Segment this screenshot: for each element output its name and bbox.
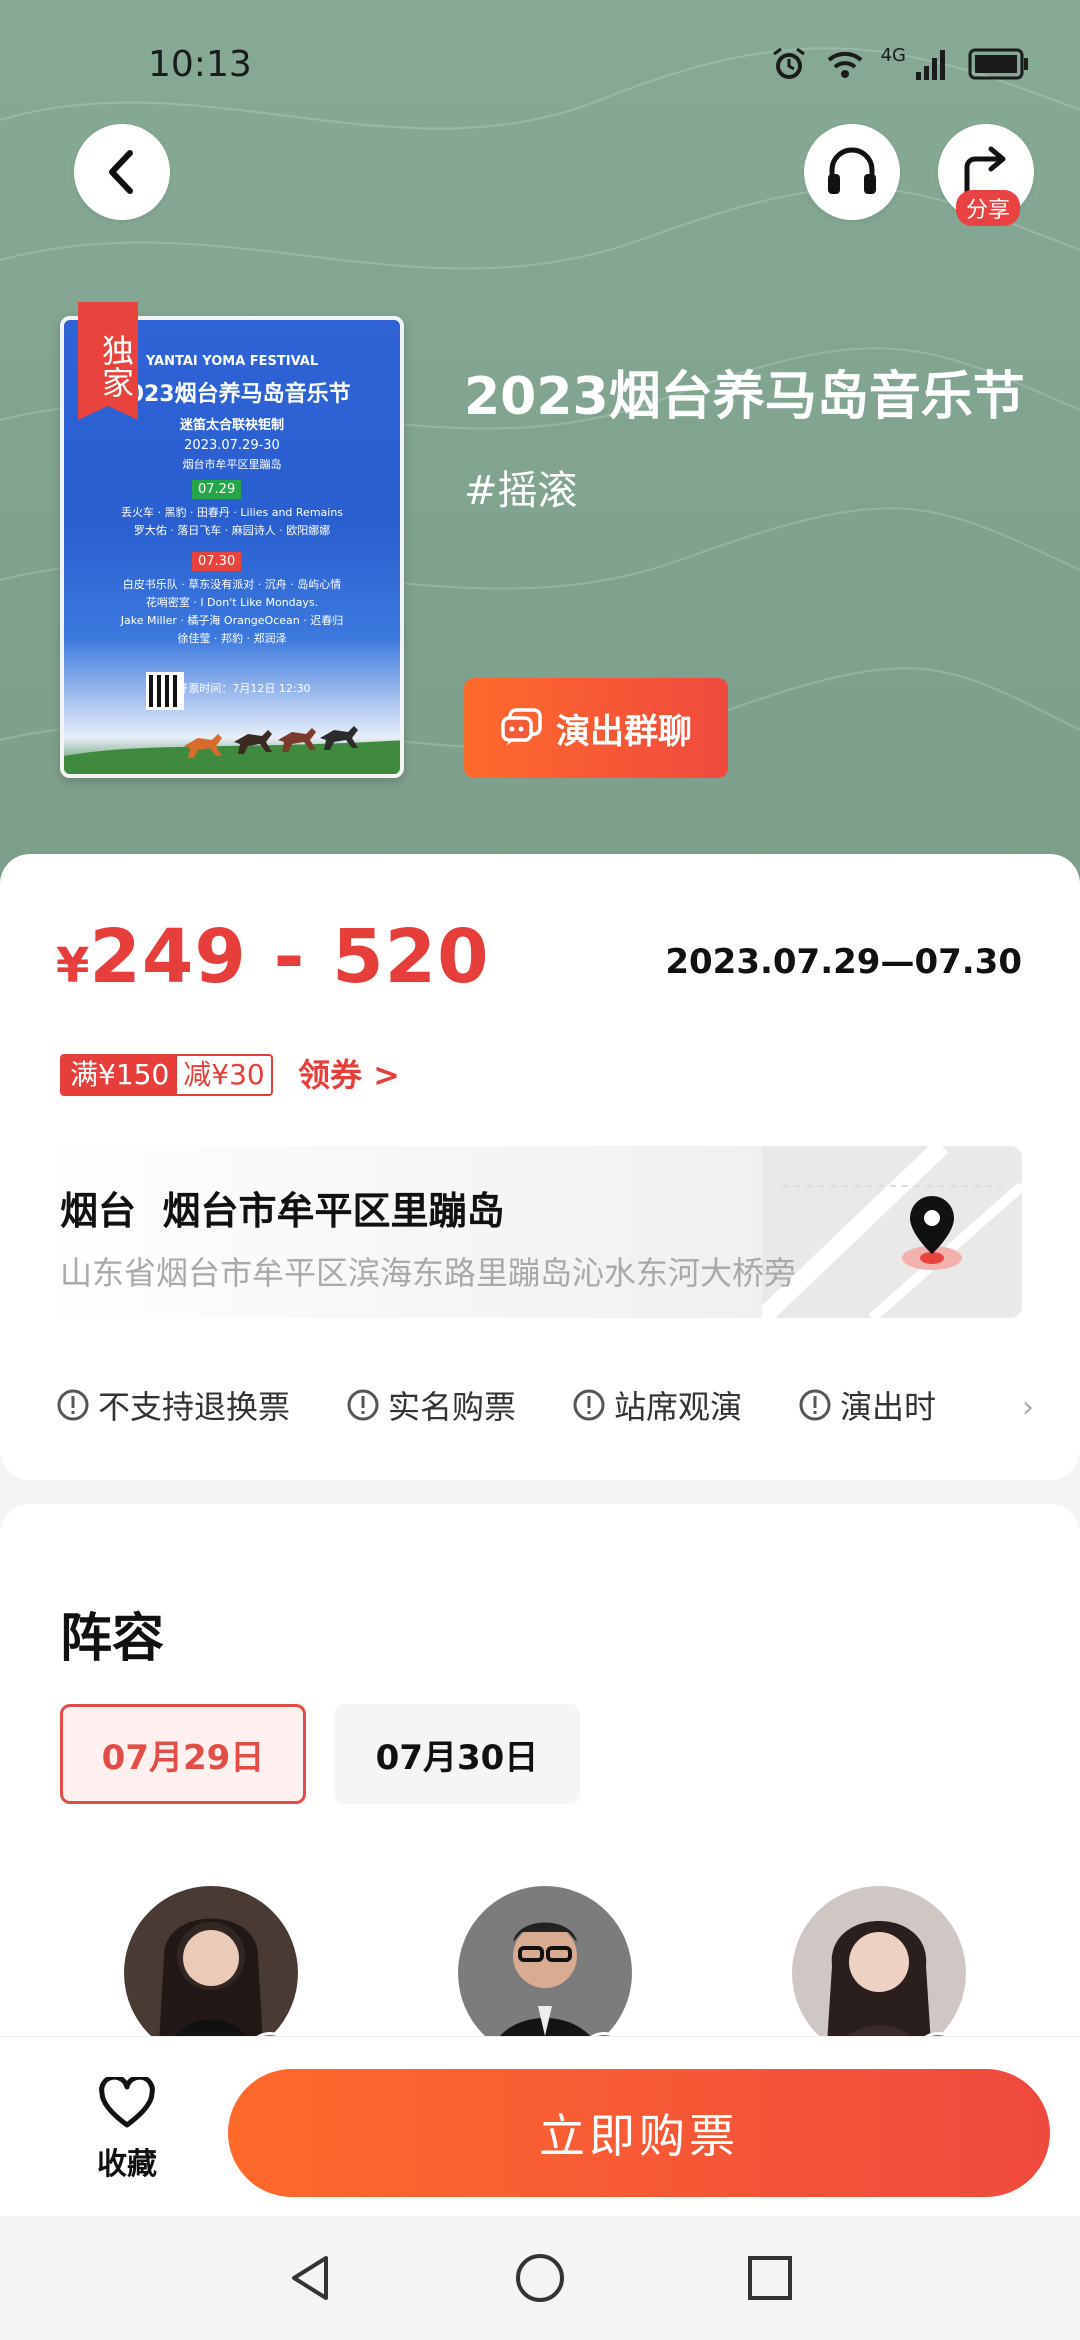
coupon-badge[interactable]: 满¥150 减¥30 bbox=[60, 1054, 273, 1096]
signal-icon bbox=[916, 50, 945, 80]
poster-performers-2: 罗大佑 · 落日飞车 · 麻园诗人 · 欧阳娜娜 bbox=[133, 524, 331, 537]
battery-icon bbox=[968, 48, 1028, 80]
info-circle-icon bbox=[573, 1389, 605, 1421]
venue-name: 烟台 烟台市牟平区里蹦岛 bbox=[60, 1189, 505, 1233]
event-info-card: ¥249 - 520 2023.07.29—07.30 满¥150 减¥30 领… bbox=[0, 854, 1080, 1480]
chevron-right-icon[interactable]: › bbox=[1022, 1390, 1034, 1425]
nav-home-icon[interactable] bbox=[512, 2250, 568, 2306]
status-bar: 10:13 4G bbox=[0, 0, 1080, 130]
share-badge: 分享 bbox=[956, 190, 1021, 226]
group-chat-button[interactable]: 演出群聊 bbox=[464, 678, 728, 778]
network-type: 4G bbox=[880, 44, 906, 66]
poster-performers-5: Jake Miller · 橘子海 OrangeOcean · 迟春归 bbox=[120, 614, 344, 627]
location-pin-icon bbox=[902, 1196, 962, 1270]
poster-slogan: 迷笛太合联袂钜制 bbox=[179, 418, 284, 433]
chat-icon bbox=[501, 708, 542, 746]
coupon-discount: 减¥30 bbox=[183, 1058, 265, 1091]
headphones-icon bbox=[828, 147, 876, 194]
info-circle-icon bbox=[57, 1389, 89, 1421]
wifi-icon bbox=[827, 51, 862, 78]
system-nav-bar bbox=[0, 2216, 1080, 2340]
policy-item[interactable]: 不支持退换票 bbox=[56, 1382, 290, 1428]
coupon-threshold: 满¥150 bbox=[62, 1056, 178, 1094]
price-value: 249 - 520 bbox=[89, 914, 490, 1000]
tab-day-1[interactable]: 07月29日 bbox=[60, 1704, 306, 1804]
ticket-policies[interactable]: 不支持退换票 实名购票 站席观演 演出时 bbox=[56, 1382, 992, 1428]
horses-illustration bbox=[64, 726, 400, 774]
lineup-title: 阵容 bbox=[60, 1609, 165, 1669]
nav-back-icon[interactable] bbox=[282, 2250, 338, 2306]
tab-day-2[interactable]: 07月30日 bbox=[334, 1704, 580, 1804]
event-date-range: 2023.07.29—07.30 bbox=[665, 942, 1022, 982]
poster-venue: 烟台市牟平区里蹦岛 bbox=[182, 458, 282, 471]
favorite-button[interactable]: 收藏 bbox=[92, 2074, 162, 2183]
policy-item[interactable]: 实名购票 bbox=[346, 1382, 516, 1428]
group-chat-label: 演出群聊 bbox=[556, 711, 692, 752]
poster-performers-6: 徐佳莹 · 邦豹 · 郑润泽 bbox=[177, 632, 287, 645]
bottom-action-bar: 收藏 立即购票 bbox=[0, 2036, 1080, 2216]
poster-performers-1: 丢火车 · 黑豹 · 田春丹 · Lilies and Remains bbox=[120, 506, 344, 519]
poster-performers-4: 花哨密室 · I Don't Like Mondays. bbox=[145, 596, 319, 609]
alarm-icon bbox=[772, 47, 805, 79]
poster-dates: 2023.07.29-30 bbox=[184, 438, 280, 453]
exclusive-badge: 独家 bbox=[78, 302, 138, 420]
get-coupon-link[interactable]: 领券 > bbox=[298, 1054, 400, 1096]
info-circle-icon bbox=[799, 1389, 831, 1421]
price-range: ¥249 - 520 bbox=[56, 914, 490, 1000]
heart-icon bbox=[99, 2074, 155, 2128]
poster-day1-tag: 07.29 bbox=[192, 480, 242, 499]
favorite-label: 收藏 bbox=[97, 2147, 157, 2182]
venue-card[interactable]: 烟台 烟台市牟平区里蹦岛 山东省烟台市牟平区滨海东路里蹦岛沁水东河大桥旁 bbox=[40, 1146, 1022, 1318]
poster-day2-tag: 07.30 bbox=[192, 552, 242, 571]
back-button[interactable] bbox=[74, 124, 170, 220]
event-title: 2023烟台养马岛音乐节 bbox=[464, 367, 1025, 427]
genre-tag[interactable]: #摇滚 bbox=[464, 458, 578, 516]
venue-address: 山东省烟台市牟平区滨海东路里蹦岛沁水东河大桥旁 bbox=[60, 1254, 797, 1292]
lineup-card: 阵容 07月29日 07月30日 bbox=[0, 1504, 1080, 2080]
customer-service-button[interactable] bbox=[804, 124, 900, 220]
currency-symbol: ¥ bbox=[56, 938, 90, 994]
status-icons: 4G bbox=[769, 44, 1030, 84]
buy-now-button[interactable]: 立即购票 bbox=[228, 2069, 1050, 2197]
chevron-left-icon bbox=[109, 150, 133, 194]
status-time: 10:13 bbox=[148, 44, 252, 85]
policy-item[interactable]: 演出时 bbox=[798, 1382, 936, 1428]
policy-label: 实名购票 bbox=[388, 1388, 517, 1426]
poster-performers-3: 白皮书乐队 · 草东没有派对 · 沉舟 · 岛屿心情 bbox=[122, 578, 342, 591]
policy-label: 站席观演 bbox=[614, 1388, 743, 1426]
policy-item[interactable]: 站席观演 bbox=[572, 1382, 742, 1428]
policy-label: 演出时 bbox=[840, 1388, 937, 1426]
policy-label: 不支持退换票 bbox=[98, 1388, 291, 1426]
hero-header: 10:13 4G 分享 YANTAI YOMA FESTIVAL 2023烟台养… bbox=[0, 0, 1080, 900]
poster-sale-time: 开票时间：7月12日 12:30 bbox=[177, 682, 311, 695]
info-circle-icon bbox=[347, 1389, 379, 1421]
nav-recents-icon[interactable] bbox=[742, 2250, 798, 2306]
